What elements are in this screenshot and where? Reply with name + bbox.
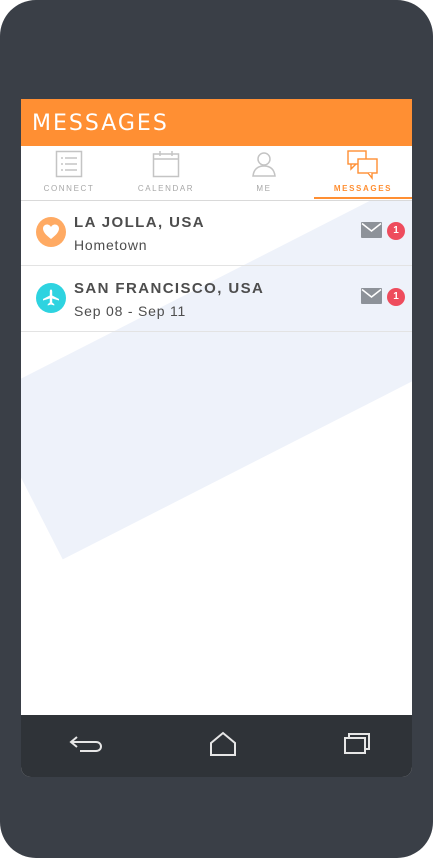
tab-messages[interactable]: MESSAGES [314,146,412,199]
list-icon [55,150,83,178]
recent-apps-icon[interactable] [343,731,371,755]
tab-label: CONNECT [43,184,95,193]
mail-icon [361,222,382,238]
conversation-title: SAN FRANCISCO, USA [74,280,265,297]
conversation-list: LA JOLLA, USA Hometown 1 SAN FRANCISCO, … [21,200,412,332]
calendar-icon [152,151,180,178]
unread-badge: 1 [387,288,405,306]
conversation-row[interactable]: LA JOLLA, USA Hometown 1 [21,200,412,266]
app-screen: MESSAGES CONNECT CALENDAR ME MESSAGES LA… [21,99,412,777]
chat-bubbles-icon [347,150,378,180]
tab-label: MESSAGES [333,184,393,193]
tab-label: ME [256,184,272,193]
conversation-title: LA JOLLA, USA [74,214,205,231]
tab-connect[interactable]: CONNECT [21,146,117,199]
airplane-icon [36,283,66,313]
active-tab-indicator [314,197,412,199]
conversation-row[interactable]: SAN FRANCISCO, USA Sep 08 - Sep 11 1 [21,266,412,332]
person-icon [252,152,276,177]
system-navigation-bar [21,715,412,777]
home-icon[interactable] [209,731,237,757]
conversation-subtitle: Sep 08 - Sep 11 [74,303,187,319]
tab-me[interactable]: ME [216,146,312,199]
tab-label: CALENDAR [137,184,195,193]
conversation-subtitle: Hometown [74,237,148,253]
back-icon[interactable] [68,731,104,755]
mail-icon [361,288,382,304]
tab-calendar[interactable]: CALENDAR [118,146,214,199]
page-title: MESSAGES [32,111,169,136]
unread-badge: 1 [387,222,405,240]
heart-icon [36,217,66,247]
phone-frame: MESSAGES CONNECT CALENDAR ME MESSAGES LA… [0,0,433,858]
tab-bar: CONNECT CALENDAR ME MESSAGES [21,146,412,201]
app-header: MESSAGES [21,99,412,146]
